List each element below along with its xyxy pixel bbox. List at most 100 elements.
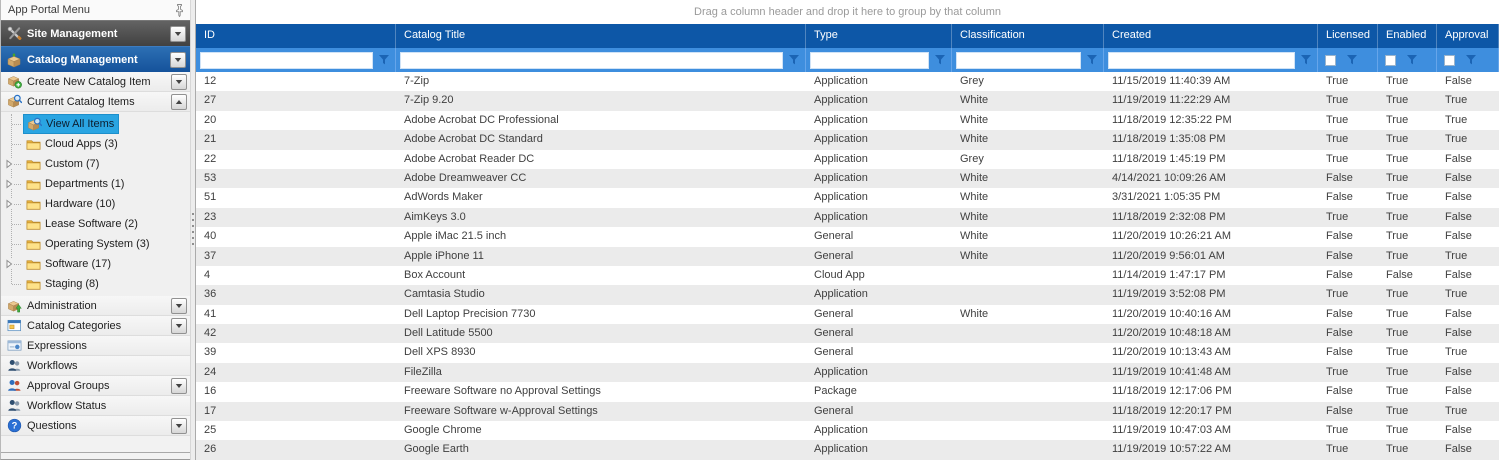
cell-catalog-title: Adobe Acrobat Reader DC <box>396 150 806 169</box>
expander-right-icon[interactable] <box>4 259 14 269</box>
tree-item-view-all-items[interactable]: View All Items <box>1 114 190 134</box>
dropdown-button-approval-groups[interactable] <box>171 378 187 394</box>
filter-cell-catalog-title <box>396 48 806 72</box>
table-row[interactable]: 37Apple iPhone 11GeneralWhite11/20/2019 … <box>196 247 1499 266</box>
table-row[interactable]: 21Adobe Acrobat DC StandardApplicationWh… <box>196 130 1499 149</box>
column-header-type[interactable]: Type <box>806 24 952 48</box>
cell-enabled: True <box>1378 91 1437 110</box>
filter-input-type[interactable] <box>810 52 929 69</box>
sidebar-item-expressions[interactable]: Expressions <box>1 336 190 356</box>
table-row[interactable]: 26Google EarthApplication11/19/2019 10:5… <box>196 440 1499 459</box>
table-row[interactable]: 17Freeware Software w-Approval SettingsG… <box>196 402 1499 421</box>
filter-funnel-icon[interactable] <box>934 52 946 68</box>
dropdown-button-questions[interactable] <box>171 418 187 434</box>
filter-funnel-icon[interactable] <box>378 52 390 68</box>
table-row[interactable]: 24FileZillaApplication11/19/2019 10:41:4… <box>196 363 1499 382</box>
sidebar-item-approval-groups[interactable]: Approval Groups <box>1 376 190 396</box>
tree-item-lease-software-2[interactable]: Lease Software (2) <box>1 214 190 234</box>
cell-created: 11/19/2019 10:57:22 AM <box>1104 440 1318 459</box>
table-row[interactable]: 20Adobe Acrobat DC ProfessionalApplicati… <box>196 111 1499 130</box>
filter-funnel-icon[interactable] <box>1300 52 1312 68</box>
pin-icon[interactable] <box>174 2 185 18</box>
table-row[interactable]: 25Google ChromeApplication11/19/2019 10:… <box>196 421 1499 440</box>
group-by-bar[interactable]: Drag a column header and drop it here to… <box>196 0 1499 24</box>
sidebar-group-catalog-management[interactable]: Catalog Management <box>1 46 190 72</box>
table-row[interactable]: 16Freeware Software no Approval Settings… <box>196 382 1499 401</box>
filter-checkbox-enabled[interactable] <box>1385 55 1396 66</box>
cell-catalog-title: Apple iMac 21.5 inch <box>396 227 806 246</box>
cell-enabled: True <box>1378 227 1437 246</box>
dropdown-button-catalog-categories[interactable] <box>171 318 187 334</box>
dropdown-button-site-management[interactable] <box>170 26 186 42</box>
dropdown-button-administration[interactable] <box>171 298 187 314</box>
sidebar-item-current-catalog-items[interactable]: Current Catalog Items <box>1 92 190 112</box>
table-row[interactable]: 51AdWords MakerApplicationWhite3/31/2021… <box>196 188 1499 207</box>
table-row[interactable]: 23AimKeys 3.0ApplicationWhite11/18/2019 … <box>196 208 1499 227</box>
tree-item-staging-8[interactable]: Staging (8) <box>1 274 190 294</box>
filter-funnel-icon[interactable] <box>1346 52 1358 68</box>
tree-item-hardware-10[interactable]: Hardware (10) <box>1 194 190 214</box>
filter-checkbox-approval[interactable] <box>1444 55 1455 66</box>
filter-input-created[interactable] <box>1108 52 1295 69</box>
table-row[interactable]: 4Box AccountCloud App11/14/2019 1:47:17 … <box>196 266 1499 285</box>
filter-funnel-icon[interactable] <box>1086 52 1098 68</box>
column-header-id[interactable]: ID <box>196 24 396 48</box>
column-header-classification[interactable]: Classification <box>952 24 1104 48</box>
filter-checkbox-licensed[interactable] <box>1325 55 1336 66</box>
sidebar-title: App Portal Menu <box>8 4 174 16</box>
cell-created: 11/19/2019 10:47:03 AM <box>1104 421 1318 440</box>
filter-funnel-icon[interactable] <box>1406 52 1418 68</box>
tree-item-software-17[interactable]: Software (17) <box>1 254 190 274</box>
table-row[interactable]: 22Adobe Acrobat Reader DCApplicationGrey… <box>196 150 1499 169</box>
sidebar-item-create-new-catalog-item[interactable]: Create New Catalog Item <box>1 72 190 92</box>
expander-right-icon[interactable] <box>4 159 14 169</box>
column-header-approval[interactable]: Approval <box>1437 24 1499 48</box>
filter-funnel-icon[interactable] <box>1465 52 1477 68</box>
column-header-enabled[interactable]: Enabled <box>1378 24 1437 48</box>
sidebar-item-questions[interactable]: ?Questions <box>1 416 190 436</box>
table-row[interactable]: 40Apple iMac 21.5 inchGeneralWhite11/20/… <box>196 227 1499 246</box>
filter-input-id[interactable] <box>200 52 373 69</box>
cell-enabled: True <box>1378 130 1437 149</box>
table-row[interactable]: 277-Zip 9.20ApplicationWhite11/19/2019 1… <box>196 91 1499 110</box>
table-row[interactable]: 127-ZipApplicationGrey11/15/2019 11:40:3… <box>196 72 1499 91</box>
folder-icon <box>25 196 41 212</box>
column-header-created[interactable]: Created <box>1104 24 1318 48</box>
expander-right-icon[interactable] <box>4 199 14 209</box>
cell-enabled: True <box>1378 363 1437 382</box>
expander-right-icon[interactable] <box>4 179 14 189</box>
dropdown-button-create-new-catalog-item[interactable] <box>171 74 187 90</box>
cell-enabled: True <box>1378 343 1437 362</box>
cell-approval: False <box>1437 382 1499 401</box>
cell-catalog-title: FileZilla <box>396 363 806 382</box>
dropdown-button-catalog-management[interactable] <box>170 52 186 68</box>
cell-created: 11/18/2019 12:35:22 PM <box>1104 111 1318 130</box>
filter-input-catalog-title[interactable] <box>400 52 783 69</box>
table-row[interactable]: 39Dell XPS 8930General11/20/2019 10:13:4… <box>196 343 1499 362</box>
filter-funnel-icon[interactable] <box>788 52 800 68</box>
sidebar-item-workflow-status[interactable]: Workflow Status <box>1 396 190 416</box>
table-row[interactable]: 53Adobe Dreamweaver CCApplicationWhite4/… <box>196 169 1499 188</box>
column-header-licensed[interactable]: Licensed <box>1318 24 1378 48</box>
cell-licensed: False <box>1318 188 1378 207</box>
catalog-items-grid: Drag a column header and drop it here to… <box>196 0 1499 460</box>
sidebar-item-administration[interactable]: Administration <box>1 296 190 316</box>
dropdown-button-current-catalog-items[interactable] <box>171 94 187 110</box>
table-row[interactable]: 42Dell Latitude 5500General11/20/2019 10… <box>196 324 1499 343</box>
cell-id: 21 <box>196 130 396 149</box>
box-search-icon <box>26 116 42 132</box>
sidebar-group-site-management[interactable]: Site Management <box>1 20 190 46</box>
table-row[interactable]: 41Dell Laptop Precision 7730GeneralWhite… <box>196 305 1499 324</box>
sidebar-item-workflows[interactable]: Workflows <box>1 356 190 376</box>
filter-cell-type <box>806 48 952 72</box>
tree-item-departments-1[interactable]: Departments (1) <box>1 174 190 194</box>
tree-node: Custom (7) <box>23 155 103 173</box>
filter-input-classification[interactable] <box>956 52 1081 69</box>
column-header-catalog-title[interactable]: Catalog Title <box>396 24 806 48</box>
tree-item-cloud-apps-3[interactable]: Cloud Apps (3) <box>1 134 190 154</box>
sidebar-item-catalog-categories[interactable]: Catalog Categories <box>1 316 190 336</box>
table-row[interactable]: 36Camtasia StudioApplication11/19/2019 3… <box>196 285 1499 304</box>
tree-item-operating-system-3[interactable]: Operating System (3) <box>1 234 190 254</box>
cell-id: 37 <box>196 247 396 266</box>
tree-item-custom-7[interactable]: Custom (7) <box>1 154 190 174</box>
